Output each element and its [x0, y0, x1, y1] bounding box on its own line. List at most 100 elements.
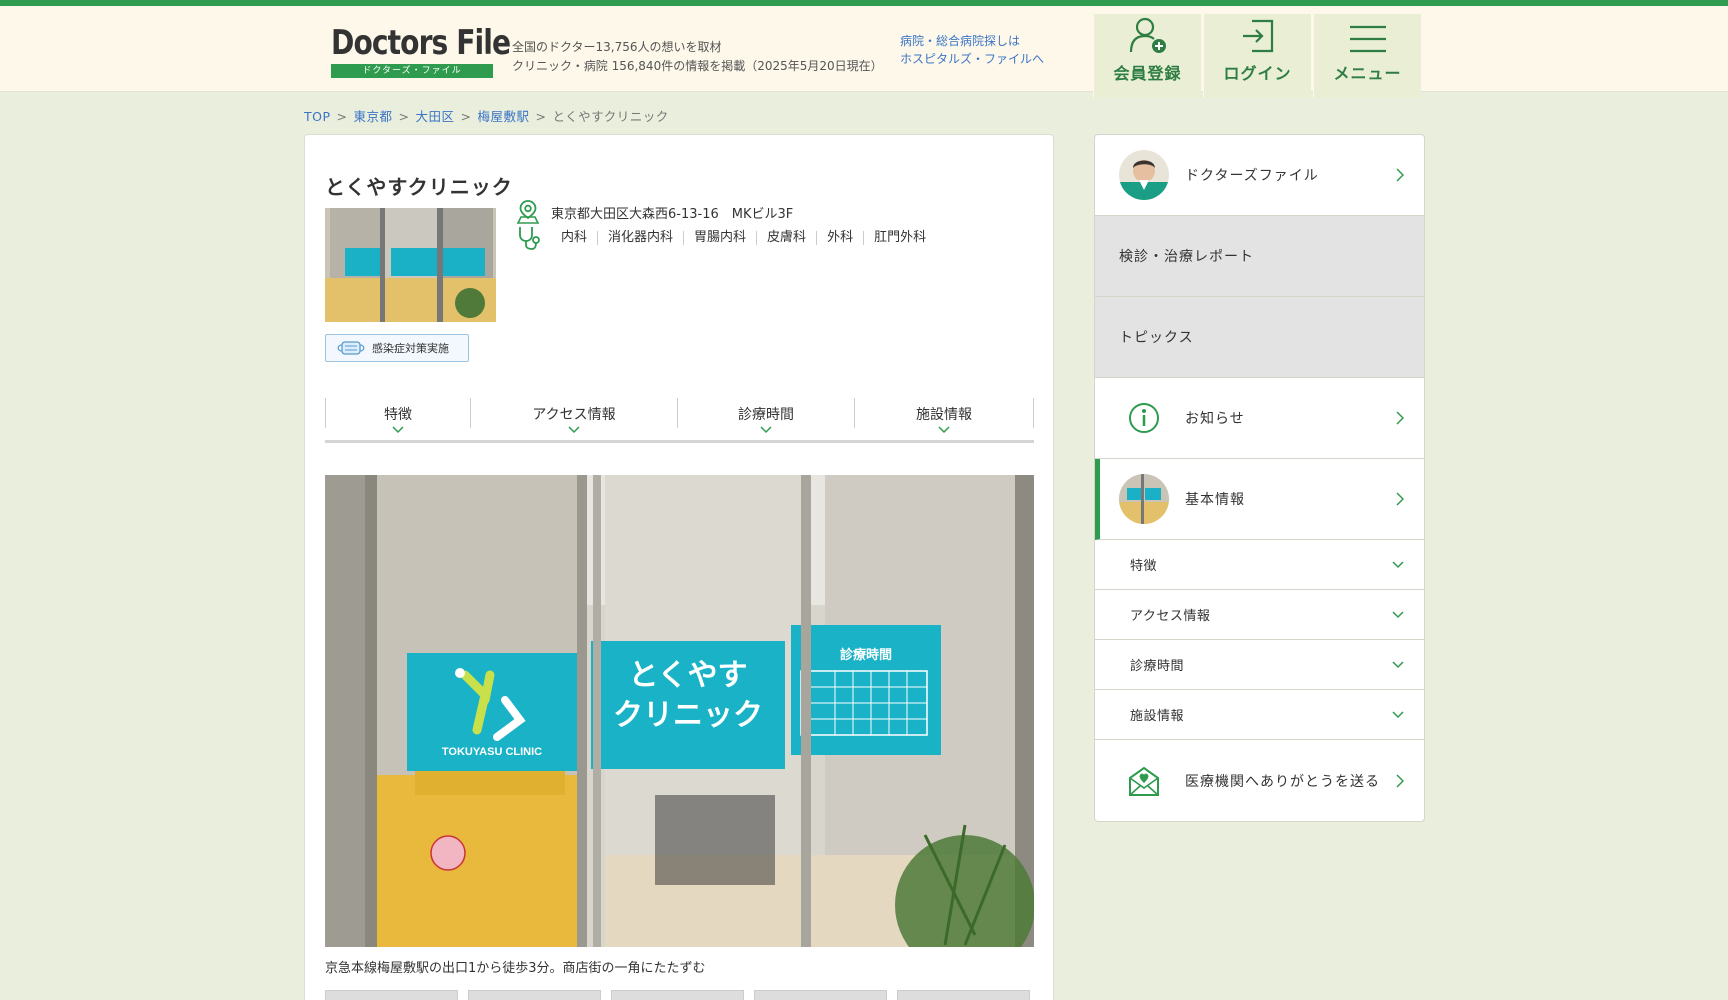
photo-thumbnail[interactable]	[325, 990, 458, 1000]
breadcrumb: TOP > 東京都 > 大田区 > 梅屋敷駅 > とくやすクリニック	[304, 106, 669, 125]
clinic-entrance-photo: TOKUYASU CLINIC とくやす クリニック 診療時間	[325, 475, 1034, 947]
sidebar-item-label: 検診・治療レポート	[1119, 249, 1254, 265]
department-tag: 外科	[817, 231, 865, 245]
breadcrumb-top[interactable]: TOP	[304, 109, 331, 124]
infection-control-badge[interactable]: 感染症対策実施	[325, 334, 469, 362]
sidebar-item-label: ドクターズファイル	[1185, 168, 1319, 184]
tab-hours[interactable]: 診療時間	[677, 398, 854, 434]
breadcrumb-separator: >	[398, 109, 410, 124]
logo-text: Doctors File	[331, 23, 511, 63]
chevron-down-icon	[1392, 560, 1404, 568]
menu-button[interactable]: メニュー	[1313, 14, 1421, 98]
info-icon	[1119, 393, 1169, 443]
photo-sign-line-2: クリニック	[613, 698, 763, 733]
sidebar-subitem-access[interactable]: アクセス情報	[1095, 590, 1424, 640]
chevron-down-icon	[1392, 710, 1404, 718]
photo-thumbnail[interactable]	[468, 990, 601, 1000]
doctor-avatar	[1119, 150, 1169, 200]
sidebar-item-send-thanks[interactable]: 医療機関へありがとうを送る	[1095, 740, 1424, 821]
clinic-entrance-thumbnail-image	[325, 208, 496, 322]
breadcrumb-separator: >	[535, 109, 547, 124]
sidebar-item-news[interactable]: お知らせ	[1095, 378, 1424, 459]
breadcrumb-station[interactable]: 梅屋敷駅	[478, 109, 530, 124]
chevron-right-icon	[1396, 492, 1404, 506]
sidebar-item-label: 基本情報	[1185, 492, 1245, 508]
photo-sign-line-1: とくやす	[628, 658, 747, 693]
clinic-avatar	[1119, 474, 1169, 524]
sidebar-item-label: お知らせ	[1185, 411, 1245, 427]
photo-thumbnail-strip	[325, 990, 1030, 1000]
sidebar-item-label: トピックス	[1119, 330, 1194, 346]
chevron-right-icon	[1396, 411, 1404, 425]
photo-sign-logo: TOKUYASU CLINIC	[442, 746, 542, 758]
stethoscope-icon	[519, 227, 540, 250]
map-pin-icon	[516, 200, 540, 224]
tab-access[interactable]: アクセス情報	[470, 398, 677, 434]
clinic-main-card: とくやすクリニック 東京都大田区大森西6-13-16 MKビル3F 内科 消化器…	[304, 134, 1054, 1000]
tab-label: 診療時間	[738, 407, 794, 423]
department-tag: 内科	[551, 231, 599, 245]
site-logo[interactable]: Doctors File ドクターズ・ファイル	[331, 23, 511, 78]
chevron-down-icon	[568, 426, 580, 434]
breadcrumb-current: とくやすクリニック	[552, 109, 669, 124]
sidebar-item-label: 医療機関へありがとうを送る	[1185, 773, 1380, 790]
sidebar-item-topics[interactable]: トピックス	[1095, 297, 1424, 378]
section-tabs: 特徴 アクセス情報 診療時間 施設情報	[325, 398, 1034, 443]
sidebar-subitem-label: 施設情報	[1130, 709, 1185, 724]
chevron-down-icon	[1392, 660, 1404, 668]
sidebar-subitem-label: 診療時間	[1130, 659, 1185, 674]
tagline-clinics: クリニック・病院 156,840件の情報を掲載（2025年5月20日現在）	[512, 59, 883, 73]
sidebar-subitem-label: 特徴	[1130, 559, 1158, 574]
site-tagline: 全国のドクター13,756人の想いを取材 クリニック・病院 156,840件の情…	[512, 38, 883, 76]
sidebar-subitem-label: アクセス情報	[1130, 609, 1211, 624]
login-button[interactable]: ログイン	[1203, 14, 1311, 98]
sidebar-nav: ドクターズファイル 検診・治療レポート トピックス お知らせ 基本情報 特徴 ア…	[1094, 134, 1425, 822]
tab-label: アクセス情報	[532, 407, 616, 423]
breadcrumb-separator: >	[336, 109, 348, 124]
login-label: ログイン	[1223, 64, 1292, 83]
doctor-avatar-image	[1119, 150, 1169, 200]
tab-features[interactable]: 特徴	[325, 398, 470, 434]
department-tag: 皮膚科	[757, 231, 818, 245]
sidebar-subitem-facility[interactable]: 施設情報	[1095, 690, 1424, 740]
sidebar-item-reports[interactable]: 検診・治療レポート	[1095, 216, 1424, 297]
clinic-main-photo[interactable]: TOKUYASU CLINIC とくやす クリニック 診療時間	[325, 475, 1034, 947]
photo-thumbnail[interactable]	[897, 990, 1030, 1000]
photo-hours-title: 診療時間	[840, 647, 892, 663]
breadcrumb-ota[interactable]: 大田区	[416, 109, 455, 124]
chevron-down-icon	[392, 426, 404, 434]
badge-label: 感染症対策実施	[372, 342, 449, 355]
hospitals-file-link[interactable]: 病院・総合病院探しは ホスピタルズ・ファイルへ	[900, 32, 1044, 68]
sidebar-subitem-hours[interactable]: 診療時間	[1095, 640, 1424, 690]
chevron-down-icon	[760, 426, 772, 434]
chevron-right-icon	[1396, 773, 1404, 788]
site-header: Doctors File ドクターズ・ファイル 全国のドクター13,756人の想…	[0, 6, 1728, 98]
sidebar-item-doctors-file[interactable]: ドクターズファイル	[1095, 135, 1424, 216]
clinic-thumbnail[interactable]	[325, 208, 496, 322]
clinic-title: とくやすクリニック	[325, 175, 513, 199]
chevron-right-icon	[1396, 168, 1404, 182]
photo-caption: 京急本線梅屋敷駅の出口1から徒歩3分。商店街の一角にたたずむ	[325, 961, 706, 976]
mask-icon	[337, 341, 365, 355]
tab-label: 特徴	[384, 407, 412, 423]
sidebar-subitem-features[interactable]: 特徴	[1095, 540, 1424, 590]
sidebar-item-basic-info[interactable]: 基本情報	[1095, 459, 1424, 540]
department-tag: 胃腸内科	[684, 231, 758, 245]
department-tag: 消化器内科	[598, 231, 685, 245]
breadcrumb-tokyo[interactable]: 東京都	[354, 109, 393, 124]
hospitals-link-line-1: 病院・総合病院探しは	[900, 34, 1021, 48]
thanks-letter-icon	[1119, 756, 1169, 806]
tagline-doctors: 全国のドクター13,756人の想いを取材	[512, 40, 722, 54]
tab-facility[interactable]: 施設情報	[854, 398, 1034, 434]
hamburger-icon	[1349, 25, 1386, 53]
clinic-address: 東京都大田区大森西6-13-16 MKビル3F	[551, 206, 794, 222]
register-button[interactable]: 会員登録	[1093, 14, 1201, 98]
address-row: 東京都大田区大森西6-13-16 MKビル3F	[515, 199, 793, 225]
register-label: 会員登録	[1113, 64, 1182, 83]
breadcrumb-separator: >	[460, 109, 472, 124]
chevron-down-icon	[938, 426, 950, 434]
login-icon	[1242, 19, 1273, 53]
department-tag: 肛門外科	[874, 230, 927, 245]
photo-thumbnail[interactable]	[611, 990, 744, 1000]
photo-thumbnail[interactable]	[754, 990, 887, 1000]
